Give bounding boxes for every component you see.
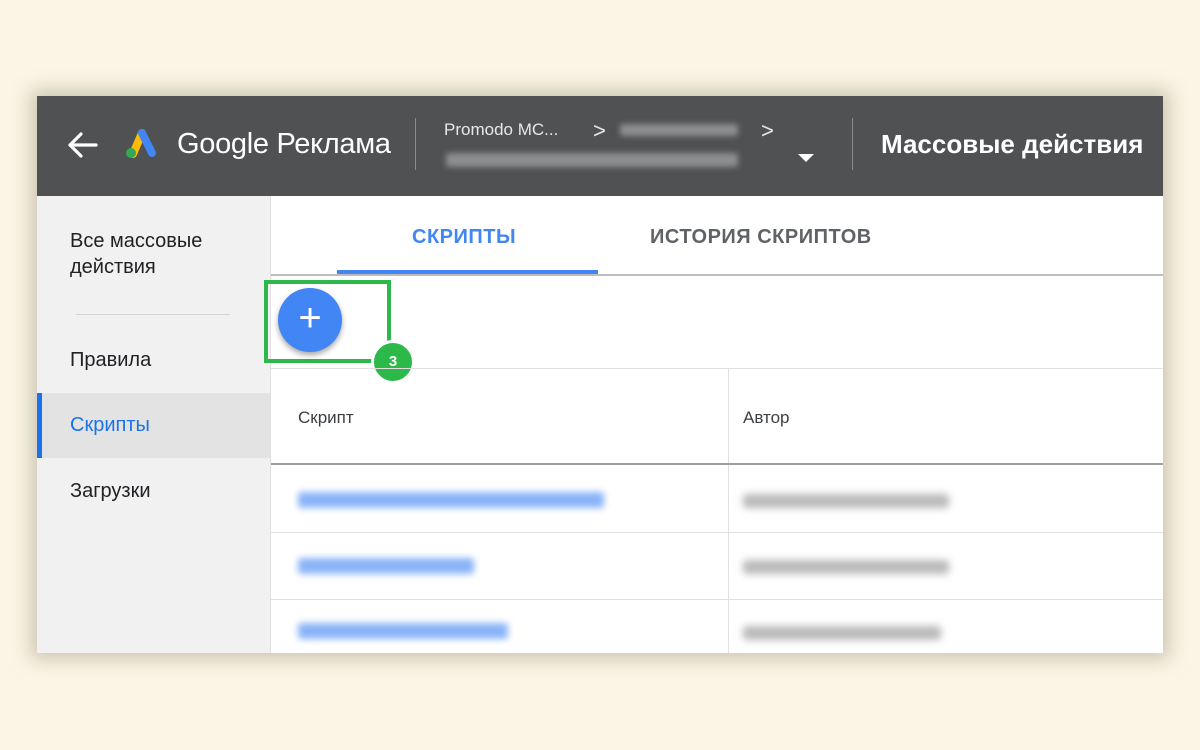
column-header-author[interactable]: Автор [743,408,790,428]
campaign-name-redacted[interactable] [620,124,738,136]
sidebar-item-uploads[interactable]: Загрузки [37,478,270,504]
active-tab-indicator [337,270,598,274]
top-app-bar: Google Реклама Promodo MC... > > Массовы… [37,96,1163,196]
main-content: СКРИПТЫ ИСТОРИЯ СКРИПТОВ + 3 Скрипт Авто… [264,196,1163,653]
back-arrow-icon[interactable] [65,130,99,160]
table-top-border [271,368,1163,369]
column-divider [728,368,729,653]
tab-bar: СКРИПТЫ ИСТОРИЯ СКРИПТОВ [271,196,1163,276]
app-window: Google Реклама Promodo MC... > > Массовы… [37,96,1163,653]
column-header-script[interactable]: Скрипт [298,408,354,428]
breadcrumb-chevron-2: > [761,118,774,143]
step-number-badge: 3 [371,340,415,384]
add-icon: + [298,296,322,340]
tab-scripts[interactable]: СКРИПТЫ [412,226,516,249]
google-ads-logo-icon [126,129,156,158]
brand-name: Google Реклама [177,128,391,160]
account-id-redacted [446,153,738,167]
table-header-border [271,463,1163,465]
row-divider [271,532,1163,533]
add-script-button[interactable]: + [278,288,342,352]
account-name[interactable]: Promodo MC... [444,120,558,140]
dropdown-icon[interactable] [798,154,814,162]
table-row-author [743,560,949,574]
page-title: Массовые действия [881,129,1144,159]
sidebar: Все массовые действия Правила Скрипты За… [37,196,271,653]
breadcrumb-chevron: > [593,118,606,143]
sidebar-item-scripts[interactable]: Скрипты [37,393,270,458]
table-row-script-link[interactable] [298,623,508,639]
table-row-author [743,494,949,508]
table-row-script-link[interactable] [298,492,604,508]
sidebar-divider [76,314,230,315]
header-divider [415,118,416,170]
tab-script-history[interactable]: ИСТОРИЯ СКРИПТОВ [650,226,872,249]
sidebar-item-rules[interactable]: Правила [37,347,270,373]
header-divider-2 [852,118,853,170]
sidebar-item-all-bulk-actions[interactable]: Все массовые действия [37,228,237,280]
table-row-author [743,626,941,640]
table-row-script-link[interactable] [298,558,474,574]
row-divider [271,599,1163,600]
